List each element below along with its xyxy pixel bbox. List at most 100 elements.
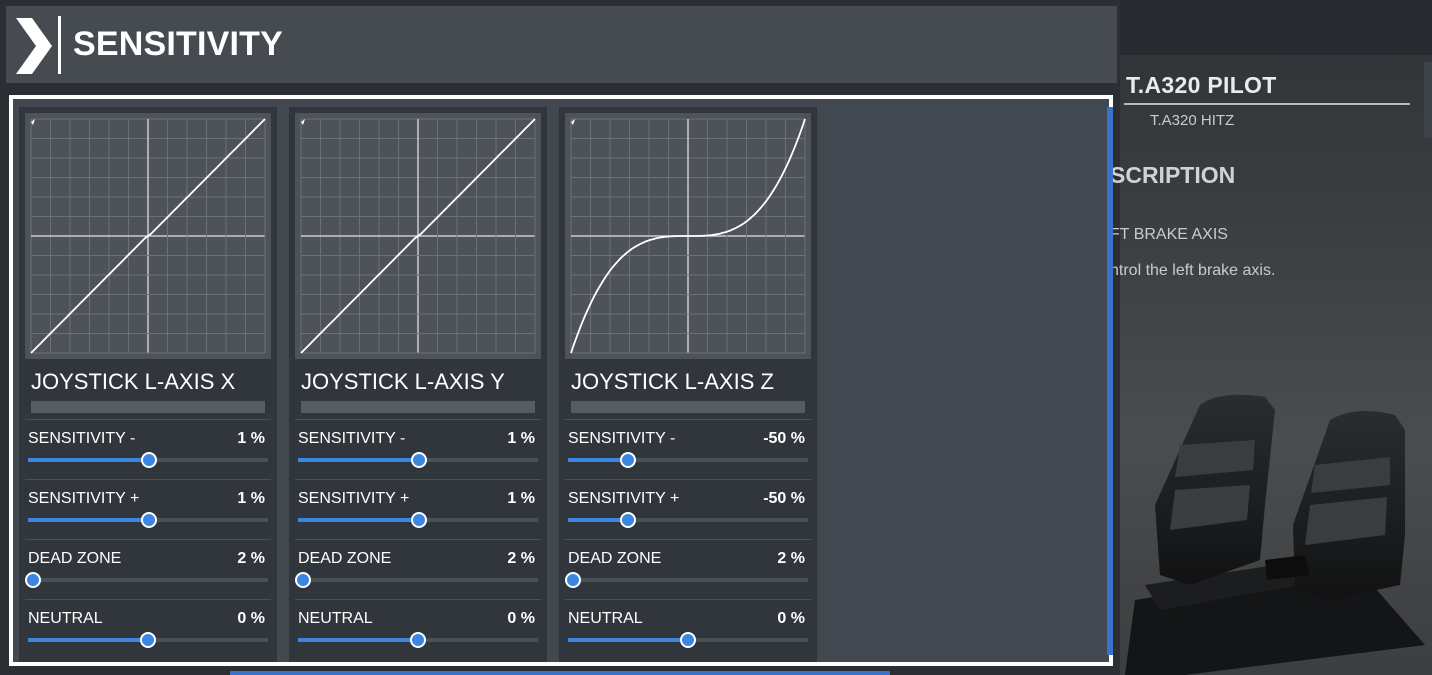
parameter-row: SENSITIVITY + 1 % [295, 479, 541, 539]
parameter-label: NEUTRAL [568, 610, 643, 627]
axis-card[interactable]: JOYSTICK L-AXIS Z SENSITIVITY - -50 % SENSI… [559, 107, 817, 662]
parameter-slider[interactable] [298, 632, 538, 648]
parameter-label: DEAD ZONE [298, 550, 392, 567]
slider-thumb[interactable] [411, 452, 428, 468]
parameter-value: 0 % [507, 610, 535, 627]
parameter-slider[interactable] [568, 512, 808, 528]
slider-thumb[interactable] [564, 572, 581, 588]
description-title: FT BRAKE AXIS [1110, 226, 1228, 243]
parameter-value: 2 % [507, 550, 535, 567]
cursor-marker-icon [31, 119, 35, 125]
parameter-slider[interactable] [28, 512, 268, 528]
axis-name: JOYSTICK L-AXIS Z [571, 369, 774, 394]
axis-input-bar [31, 401, 265, 413]
slider-fill [28, 458, 150, 462]
response-curve-graph [25, 113, 271, 359]
parameter-label: SENSITIVITY - [28, 430, 136, 447]
slider-thumb[interactable] [620, 512, 636, 528]
cursor-marker-icon [571, 119, 575, 125]
slider-fill [28, 638, 148, 642]
slider-fill [298, 458, 420, 462]
parameter-row: DEAD ZONE 2 % [294, 539, 541, 599]
parameter-value: 2 % [237, 550, 265, 567]
profile-underline [1124, 103, 1410, 105]
axis-name: JOYSTICK L-AXIS X [31, 369, 236, 394]
slider-thumb[interactable] [140, 632, 156, 648]
parameter-slider[interactable] [28, 452, 268, 468]
parameter-value: 1 % [237, 430, 265, 447]
response-curve-graph [565, 113, 811, 359]
parameter-row: DEAD ZONE 2 % [564, 539, 811, 599]
parameter-row: SENSITIVITY - -50 % [565, 419, 811, 479]
slider-thumb[interactable] [411, 512, 428, 528]
parameter-value: 0 % [237, 610, 265, 627]
slider-thumb[interactable] [141, 452, 158, 468]
slider-fill [568, 518, 628, 522]
parameter-label: NEUTRAL [298, 610, 373, 627]
sensitivity-panel: JOYSTICK L-AXIS X SENSITIVITY -1 % SENSITI… [9, 95, 1113, 666]
response-curve-chart [570, 118, 806, 354]
axis-card[interactable]: JOYSTICK L-AXIS X SENSITIVITY -1 % SENSITI… [19, 107, 277, 662]
parameter-row: SENSITIVITY + -50 % [565, 479, 811, 539]
parameter-value: 0 % [777, 610, 805, 627]
profile-side-accent [1424, 62, 1432, 138]
slider-fill [28, 518, 150, 522]
axis-input-bar [571, 401, 805, 413]
response-curve-graph [295, 113, 541, 359]
parameter-row: SENSITIVITY + 1 % [25, 479, 271, 539]
parameter-value: 1 % [507, 490, 535, 507]
parameter-slider[interactable] [564, 572, 808, 588]
slider-fill [568, 458, 628, 462]
parameter-row: NEUTRAL 0 % [565, 599, 811, 659]
slider-thumb[interactable] [294, 572, 311, 588]
parameter-slider[interactable] [294, 572, 538, 588]
slider-fill [298, 518, 420, 522]
axis-input-bar [301, 401, 535, 413]
axis-name: JOYSTICK L-AXIS Y [301, 369, 505, 394]
header-divider [58, 16, 61, 74]
description-heading: SCRIPTION [1110, 162, 1236, 188]
parameter-row: SENSITIVITY - 1 % [295, 419, 541, 479]
parameter-label: SENSITIVITY - [568, 430, 676, 447]
parameter-row: NEUTRAL 0 % [295, 599, 541, 659]
page-title: SENSITIVITY [73, 25, 284, 63]
axis-card[interactable]: JOYSTICK L-AXIS Y SENSITIVITY -1 % SENSITI… [289, 107, 547, 662]
parameter-slider[interactable] [28, 632, 268, 648]
parameter-row: DEAD ZONE 2 % [24, 539, 271, 599]
cursor-marker-icon [301, 119, 305, 125]
parameter-value: 2 % [777, 550, 805, 567]
rudder-pedals-image [1125, 394, 1425, 675]
horizontal-scrollbar[interactable] [230, 671, 890, 675]
response-curve-chart [300, 118, 536, 354]
response-curve-chart [30, 118, 266, 354]
parameter-label: SENSITIVITY - [298, 430, 406, 447]
parameter-value: -50 % [763, 490, 805, 507]
parameter-value: -50 % [763, 430, 805, 447]
parameter-value: 1 % [237, 490, 265, 507]
background-top-strip [1120, 0, 1432, 55]
parameter-slider[interactable] [24, 572, 268, 588]
slider-fill [568, 638, 688, 642]
slider-thumb[interactable] [620, 452, 636, 468]
parameter-slider[interactable] [298, 512, 538, 528]
chevron-right-icon[interactable] [16, 18, 52, 74]
slider-thumb[interactable] [410, 632, 426, 648]
profile-subtitle: T.A320 HITZ [1150, 112, 1235, 129]
parameter-label: SENSITIVITY + [28, 490, 140, 507]
slider-thumb[interactable] [24, 572, 41, 588]
parameter-row: NEUTRAL 0 % [25, 599, 271, 659]
parameter-label: SENSITIVITY + [298, 490, 410, 507]
parameter-label: NEUTRAL [28, 610, 103, 627]
parameter-slider[interactable] [568, 632, 808, 648]
slider-fill [298, 638, 418, 642]
slider-thumb[interactable] [141, 512, 158, 528]
parameter-slider[interactable] [568, 452, 808, 468]
parameter-label: SENSITIVITY + [568, 490, 680, 507]
vertical-scrollbar[interactable] [1107, 107, 1113, 655]
parameter-slider[interactable] [298, 452, 538, 468]
parameter-label: DEAD ZONE [568, 550, 662, 567]
parameter-value: 1 % [507, 430, 535, 447]
slider-thumb[interactable] [680, 632, 696, 648]
parameter-label: DEAD ZONE [28, 550, 122, 567]
description-text: ntrol the left brake axis. [1110, 262, 1276, 279]
